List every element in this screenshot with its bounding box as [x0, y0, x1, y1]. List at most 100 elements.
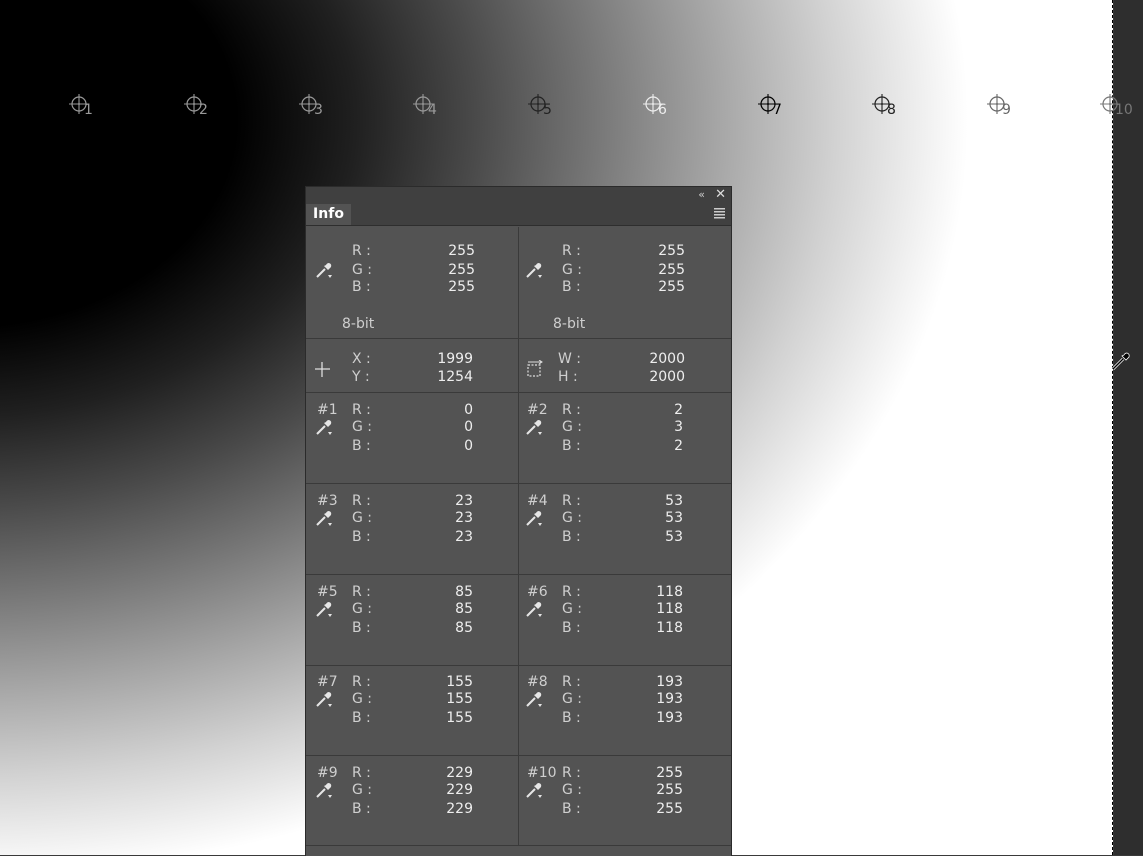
- sampler-readout: #6 R :G :B :118 118 118: [518, 575, 730, 665]
- r-value: 53: [665, 493, 683, 509]
- r-label: R :: [562, 674, 581, 690]
- g-label: G :: [352, 419, 373, 435]
- r-value: 0: [464, 402, 473, 418]
- eyedropper-icon[interactable]: [524, 417, 544, 437]
- g-label: G :: [562, 601, 583, 617]
- r-value: 2: [674, 402, 683, 418]
- sampler-tag: #4: [527, 493, 548, 509]
- b-value: 255: [658, 279, 685, 295]
- sampler-readout: #10 R :G :B :255 255 255: [518, 756, 730, 845]
- eyedropper-icon[interactable]: [524, 689, 544, 709]
- r-label: R :: [562, 493, 581, 509]
- sampler-readout: #8 R :G :B :193 193 193: [518, 665, 730, 755]
- g-value: 85: [455, 601, 473, 617]
- color-sampler-marker[interactable]: 2: [177, 93, 211, 125]
- y-label: Y :: [352, 369, 370, 385]
- color-sampler-marker[interactable]: 8: [865, 93, 899, 125]
- color-sampler-marker[interactable]: 3: [292, 93, 326, 125]
- sampler-number: 10: [1115, 102, 1133, 118]
- panel-titlebar[interactable]: « ✕: [306, 187, 731, 203]
- g-label: G :: [352, 510, 373, 526]
- eyedropper-icon[interactable]: [314, 689, 334, 709]
- sampler-row: #1 R :G :B :0 0 0 #2 R :G :B :232: [306, 393, 731, 484]
- g-label: G :: [562, 262, 583, 278]
- h-label: H :: [558, 369, 578, 385]
- b-value: 255: [448, 279, 475, 295]
- sampler-number: 4: [428, 102, 437, 118]
- sampler-row: #5 R :G :B :85 85 85 #6 R :G :B :118 118 118: [306, 575, 731, 666]
- r-value: 255: [658, 243, 685, 259]
- panel-menu-icon[interactable]: [713, 206, 727, 220]
- g-value: 255: [448, 262, 475, 278]
- sampler-number: 5: [543, 102, 552, 118]
- x-label: X :: [352, 351, 371, 367]
- r-value: 155: [446, 674, 473, 690]
- size-readout: W : H : 2000 2000: [518, 339, 730, 392]
- readout-left: R : G : B : 255 255 255 8-bit: [306, 227, 519, 338]
- eyedropper-icon[interactable]: [314, 508, 334, 528]
- sampler-number: 2: [199, 102, 208, 118]
- b-label: B :: [352, 710, 371, 726]
- color-sampler-marker[interactable]: 9: [980, 93, 1014, 125]
- b-label: B :: [562, 710, 581, 726]
- sampler-tag: #5: [317, 584, 338, 600]
- eyedropper-cursor-icon: [1111, 352, 1130, 371]
- r-value: 118: [656, 584, 683, 600]
- g-value: 53: [665, 510, 683, 526]
- h-value: 2000: [649, 369, 685, 385]
- eyedropper-icon[interactable]: [524, 260, 544, 280]
- eyedropper-icon[interactable]: [524, 780, 544, 800]
- b-value: 229: [446, 801, 473, 817]
- close-panel-button[interactable]: ✕: [715, 187, 726, 203]
- bit-depth-label: 8-bit: [553, 316, 586, 332]
- color-readout-section: R : G : B : 255 255 255 8-bit R : G : B …: [306, 227, 731, 339]
- r-value: 255: [448, 243, 475, 259]
- sampler-readout: #3 R :G :B :23 23 23: [306, 484, 519, 574]
- bit-depth-label: 8-bit: [342, 316, 375, 332]
- g-label: G :: [352, 691, 373, 707]
- color-sampler-marker[interactable]: 7: [751, 93, 785, 125]
- r-value: 193: [656, 674, 683, 690]
- b-value: 0: [464, 438, 473, 454]
- sampler-number: 8: [887, 102, 896, 118]
- panel-tab-bar: Info: [306, 203, 731, 226]
- g-value: 0: [464, 419, 473, 435]
- g-label: G :: [562, 510, 583, 526]
- eyedropper-icon[interactable]: [314, 417, 334, 437]
- color-sampler-marker[interactable]: 1: [62, 93, 96, 125]
- g-label: G :: [562, 419, 583, 435]
- position-readout: X : Y : 1999 1254: [306, 339, 519, 392]
- collapse-panel-button[interactable]: «: [698, 187, 705, 203]
- b-label: B :: [562, 438, 581, 454]
- eyedropper-icon[interactable]: [314, 599, 334, 619]
- sampler-row: #7 R :G :B :155 155 155 #8 R :G :B :193 193 193: [306, 665, 731, 756]
- sampler-number: 7: [773, 102, 782, 118]
- r-value: 255: [656, 765, 683, 781]
- y-value: 1254: [437, 369, 473, 385]
- sampler-tag: #8: [527, 674, 548, 690]
- w-label: W :: [558, 351, 582, 367]
- b-label: B :: [562, 620, 581, 636]
- g-value: 193: [656, 691, 683, 707]
- g-label: G :: [562, 782, 583, 798]
- sampler-tag: #2: [527, 402, 548, 418]
- eyedropper-icon[interactable]: [524, 599, 544, 619]
- color-sampler-marker[interactable]: 10: [1093, 93, 1133, 125]
- sampler-number: 3: [314, 102, 323, 118]
- b-label: B :: [352, 801, 371, 817]
- w-value: 2000: [649, 351, 685, 367]
- r-label: R :: [562, 765, 581, 781]
- b-label: B :: [352, 529, 371, 545]
- tab-info[interactable]: Info: [306, 204, 351, 225]
- color-sampler-marker[interactable]: 4: [406, 93, 440, 125]
- color-sampler-marker[interactable]: 6: [636, 93, 670, 125]
- color-sampler-marker[interactable]: 5: [521, 93, 555, 125]
- sampler-readout: #1 R :G :B :000: [306, 393, 519, 483]
- eyedropper-icon[interactable]: [524, 508, 544, 528]
- b-label: B :: [562, 529, 581, 545]
- sampler-tag: #7: [317, 674, 338, 690]
- eyedropper-icon[interactable]: [314, 260, 334, 280]
- g-label: G :: [562, 691, 583, 707]
- eyedropper-icon[interactable]: [314, 780, 334, 800]
- r-label: R :: [352, 674, 371, 690]
